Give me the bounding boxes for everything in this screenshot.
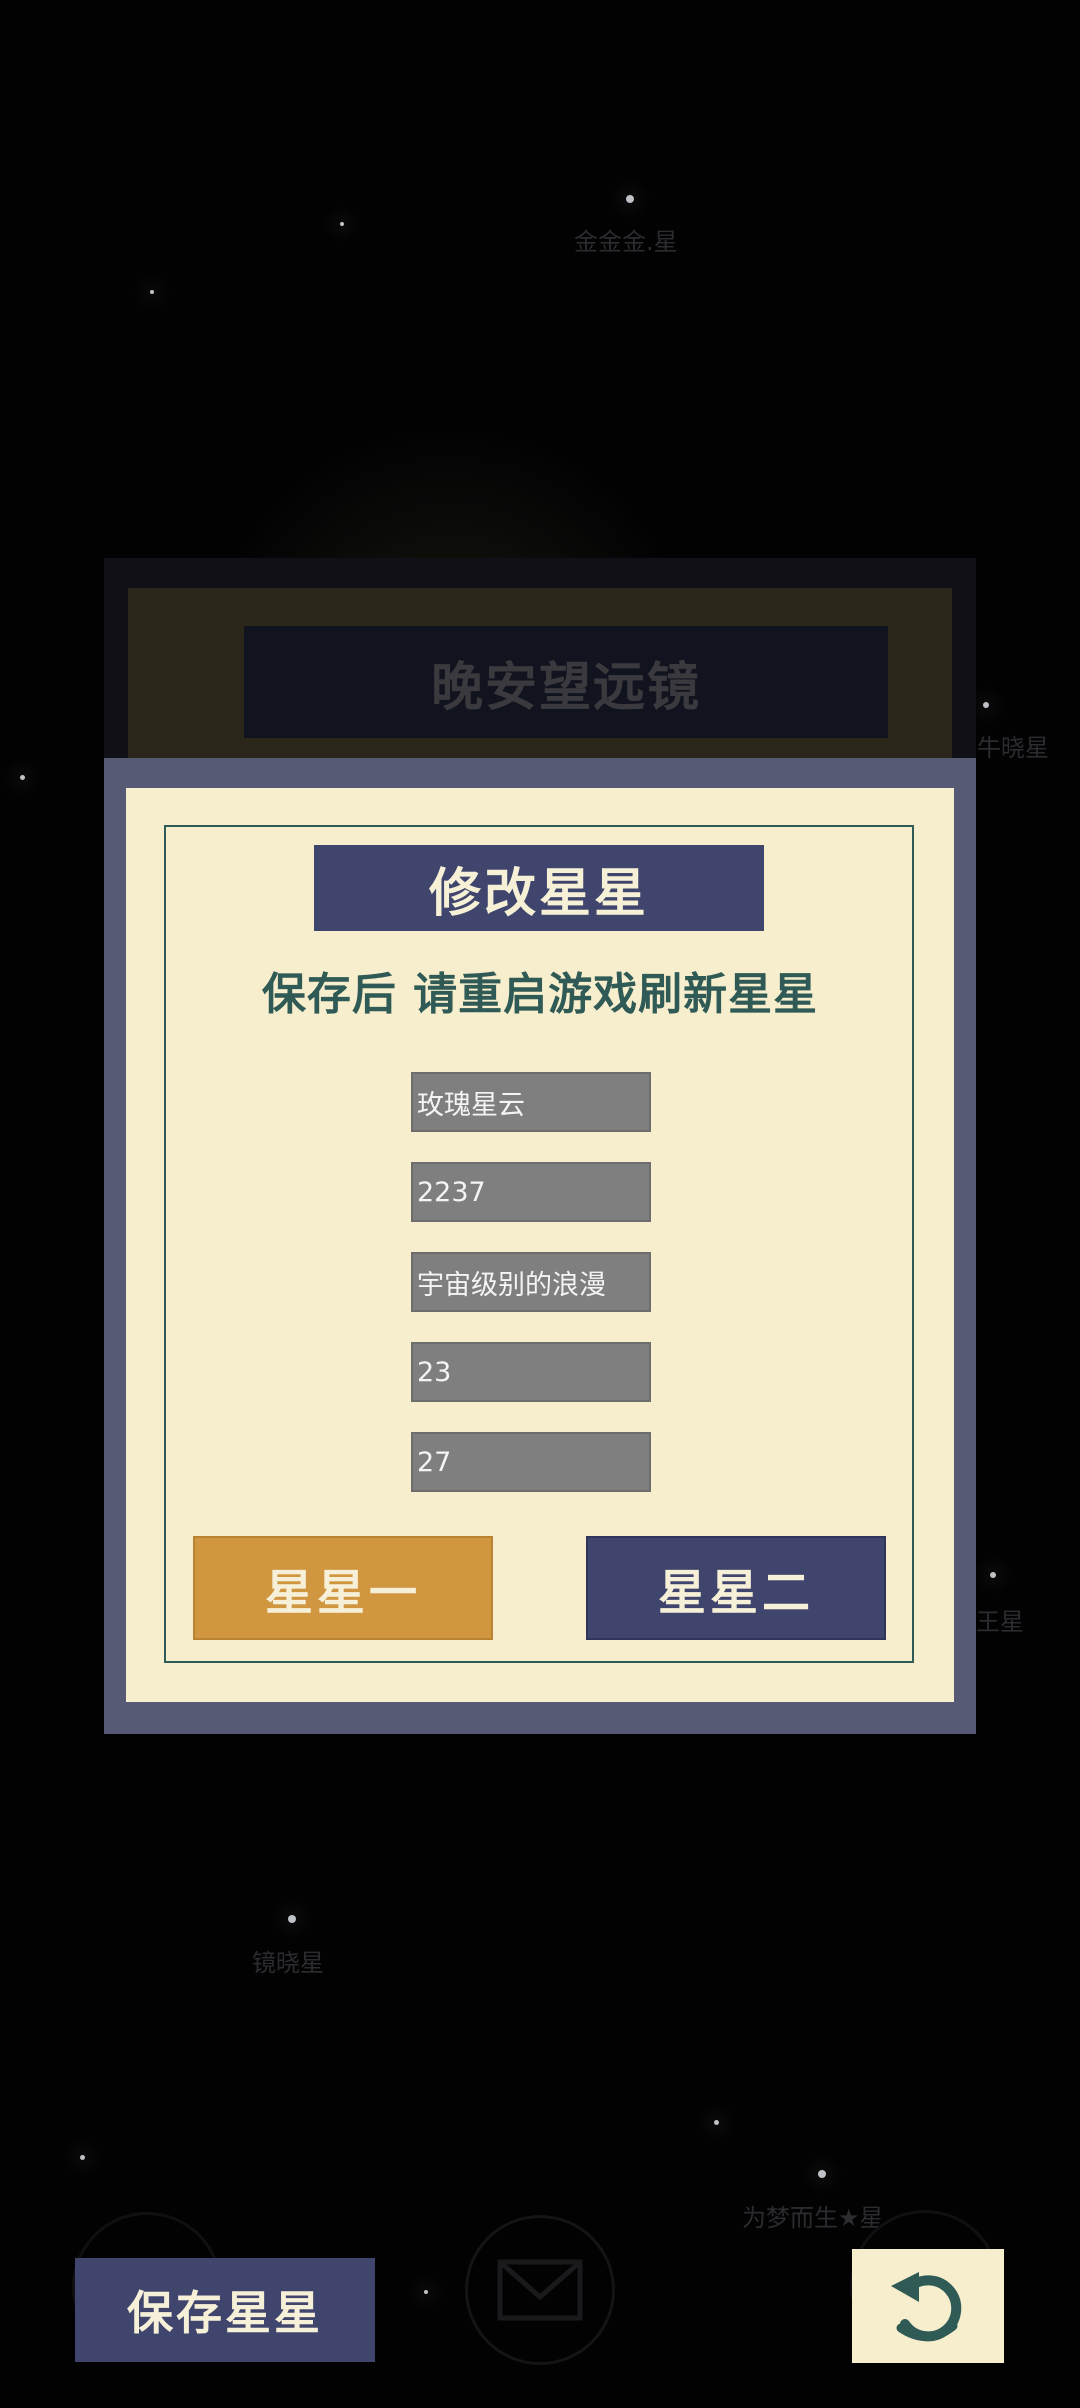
star-dot — [818, 2170, 826, 2178]
star-message-input[interactable] — [411, 1252, 651, 1312]
star-dot — [990, 1572, 996, 1578]
star-label-left-lower[interactable]: 镜晓星 — [252, 1943, 324, 1978]
star-name-input[interactable] — [411, 1072, 651, 1132]
telescope-panel-inner: 晚安望远镜 — [128, 588, 952, 758]
star-two-button[interactable]: 星星二 — [586, 1536, 886, 1640]
star-label-bottom-right[interactable]: 为梦而生★星 — [742, 2198, 884, 2233]
star-dot — [983, 702, 989, 708]
star-dot — [424, 2290, 428, 2294]
star-label-right-mid[interactable]: 王星 — [976, 1602, 1024, 1637]
star-dot — [150, 290, 154, 294]
star-number-input[interactable] — [411, 1162, 651, 1222]
star-label-top[interactable]: 金金金.星 — [574, 222, 678, 257]
star-one-button[interactable]: 星星一 — [193, 1536, 493, 1640]
telescope-title: 晚安望远镜 — [244, 626, 888, 738]
edit-star-dialog: 修改星星 保存后 请重启游戏刷新星星 星星一 星星二 — [104, 758, 976, 1734]
star-dot — [714, 2120, 719, 2125]
star-label-right[interactable]: 牛晓星 — [977, 728, 1049, 763]
save-stars-button[interactable]: 保存星星 — [75, 2258, 375, 2362]
star-dot — [80, 2155, 85, 2160]
star-dot — [626, 195, 634, 203]
dialog-title: 修改星星 — [314, 845, 764, 931]
game-screen: 金金金.星 牛晓星 王星 镜晓星 为梦而生★星 晚安望远镜 修改星星 保存后 请… — [0, 0, 1080, 2408]
undo-icon — [891, 2272, 962, 2342]
star-y-input[interactable] — [411, 1432, 651, 1492]
dialog-paper: 修改星星 保存后 请重启游戏刷新星星 星星一 星星二 — [126, 788, 954, 1702]
star-dot — [288, 1915, 296, 1923]
telescope-panel: 晚安望远镜 — [104, 558, 976, 758]
star-dot — [340, 222, 344, 226]
dialog-hint: 保存后 请重启游戏刷新星星 — [261, 969, 819, 1020]
envelope-icon — [497, 2259, 583, 2321]
star-dot — [20, 775, 25, 780]
mail-button[interactable] — [465, 2215, 615, 2365]
star-x-input[interactable] — [411, 1342, 651, 1402]
back-button[interactable] — [852, 2249, 1004, 2363]
